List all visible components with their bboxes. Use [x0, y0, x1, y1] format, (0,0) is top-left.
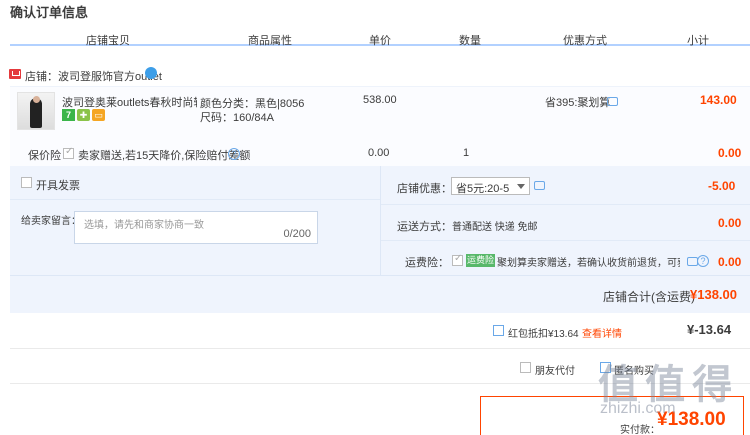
shop-discount-label: 店铺优惠： [397, 183, 452, 195]
shop-icon [9, 69, 21, 79]
watermark-url: zhizhi.com [600, 400, 676, 417]
shipping-label: 运送方式： [397, 221, 452, 233]
insurance-qty: 1 [463, 147, 470, 159]
shop-discount-value: 省5元:20-5 [456, 183, 510, 195]
shop-total-label: 店铺合计(含运费) [603, 290, 695, 304]
col-shop-item: 店铺宝贝 [86, 35, 130, 47]
col-quantity: 数量 [459, 35, 481, 47]
friend-pay-label: 朋友代付 [535, 366, 575, 377]
col-subtotal: 小计 [687, 35, 709, 47]
shipping-amount: 0.00 [718, 216, 742, 230]
message-label: 给卖家留言： [21, 216, 81, 227]
shop-total-amount: ¥138.00 [690, 287, 737, 302]
insurance-desc: 卖家赠送,若15天降价,保险赔付差额 [78, 150, 251, 162]
discount-chat-icon[interactable] [534, 181, 545, 190]
freight-insurance-desc: 聚划算卖家赠送，若确认收货前退货，可获... [497, 258, 680, 269]
message-placeholder: 选填，请先和商家协商一致 [84, 220, 204, 231]
freight-help-icon[interactable]: ? [697, 255, 709, 267]
shipping-method[interactable]: 普通配送 快递 免邮 [452, 218, 538, 233]
red-packet-checkbox[interactable] [493, 325, 504, 336]
product-thumbnail[interactable] [17, 92, 55, 130]
service-badges: 7 ✚ ▭ [62, 107, 107, 121]
column-header: 店铺宝贝 商品属性 单价 数量 优惠方式 小计 [10, 32, 750, 47]
red-packet-amount: ¥-13.64 [687, 322, 732, 337]
message-input[interactable]: 选填，请先和商家协商一致 0/200 [74, 211, 318, 244]
freight-insurance-tag: 运费险 [466, 254, 495, 267]
divider [381, 240, 750, 241]
message-counter: 0/200 [283, 228, 311, 240]
shop-name[interactable]: 店铺：波司登服饰官方outlet [25, 68, 162, 84]
freight-insurance-label: 运费险： [405, 257, 449, 269]
divider [381, 204, 750, 205]
shop-discount-amount: -5.00 [708, 179, 736, 193]
freight-insurance-checkbox[interactable] [452, 253, 463, 266]
seven-day-return-icon[interactable]: 7 [62, 109, 75, 121]
insurance-help-icon[interactable]: ? [228, 148, 240, 160]
invoice-label: 开具发票 [36, 180, 80, 192]
shop-discount-select[interactable]: 省5元:20-5 [451, 177, 530, 195]
insurance-subtotal: 0.00 [718, 146, 742, 160]
insurance-label: 保价险 [28, 150, 61, 162]
col-discount: 优惠方式 [563, 35, 607, 47]
invoice-checkbox[interactable] [21, 177, 32, 188]
page-title: 确认订单信息 [10, 5, 89, 20]
attr-size: 尺码：160/84A [200, 112, 274, 124]
divider [10, 348, 750, 349]
unit-price: 538.00 [363, 94, 397, 106]
red-packet-label: 红包抵扣¥13.64 [508, 329, 579, 340]
friend-pay-checkbox[interactable] [520, 362, 531, 373]
consumer-protection-icon[interactable]: ✚ [77, 109, 90, 121]
pay-label: 实付款： [620, 425, 660, 435]
insurance-price: 0.00 [368, 147, 390, 159]
wangwang-chat-icon[interactable] [145, 67, 157, 79]
divider [10, 199, 380, 200]
col-attributes: 商品属性 [248, 35, 292, 47]
red-packet-details-link[interactable]: 查看详情 [582, 325, 622, 340]
promo-chat-icon[interactable] [607, 97, 618, 106]
col-unit-price: 单价 [369, 35, 391, 47]
item-subtotal: 143.00 [700, 93, 737, 107]
freight-insurance-amount: 0.00 [718, 255, 742, 269]
credit-card-icon[interactable]: ▭ [92, 109, 105, 121]
promo-text: 省395:聚划算 [545, 97, 611, 109]
panel-divider [380, 166, 381, 275]
insurance-checkbox[interactable] [63, 146, 74, 159]
